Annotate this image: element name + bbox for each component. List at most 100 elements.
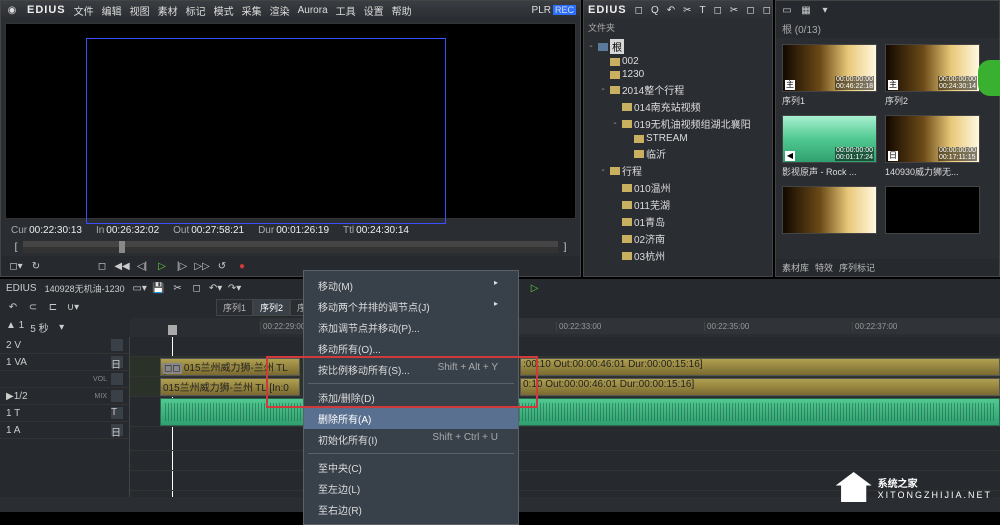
seq-tab-2[interactable]: 序列2 [253,299,290,316]
bin-body[interactable]: 主00:00:00:0000:46:22:18序列1主00:00:00:0000… [776,38,999,259]
tree-item[interactable]: 02济南 [586,230,770,247]
undo-icon[interactable]: ↶ [6,301,20,315]
snap-icon[interactable]: ⊏ [46,301,60,315]
bin-thumb[interactable] [885,186,980,236]
tl-cut-icon[interactable]: ✂ [171,281,185,295]
menu-help[interactable]: 帮助 [392,3,412,18]
menu-mark[interactable]: 标记 [186,3,206,18]
tl-redo-icon[interactable]: ↷▾ [228,281,242,295]
tree-scissors-icon[interactable]: ✂ [730,3,738,17]
ctx-item[interactable]: 移动所有(O)... [304,338,518,359]
record-button[interactable]: ● [235,259,249,273]
tree-paste2-icon[interactable]: ◻ [763,3,771,17]
zoom-scale[interactable]: ▲ 1 [6,320,24,335]
tl-save-icon[interactable]: 💾 [152,281,166,295]
rewind-button[interactable]: ◀◀ [115,259,129,273]
menu-render[interactable]: 渲染 [270,3,290,18]
bin-grid-icon[interactable]: ▦ [799,3,813,17]
menu-file[interactable]: 文件 [74,3,94,18]
bin-tab-fx[interactable]: 特效 [815,261,833,274]
loop-button[interactable]: ↺ [215,259,229,273]
ctx-item[interactable]: 按比例移动所有(S)...Shift + Alt + Y [304,359,518,380]
bin-folder-icon[interactable]: ▭ [780,3,794,17]
ctx-item[interactable]: 至右边(R) [304,499,518,520]
next-frame-button[interactable]: |▷ [175,259,189,273]
menu-tools[interactable]: 工具 [336,3,356,18]
tree-item[interactable]: STREAM [586,132,770,145]
video-clip-1a[interactable]: ◻◻ 015兰州威力狮-兰州 TL [In:0 [160,358,300,376]
tree-item[interactable]: 002 [586,55,770,68]
ffwd-button[interactable]: ▷▷ [195,259,209,273]
tree-item[interactable]: -2014整个行程 [586,81,770,98]
bin-thumb[interactable]: 主00:00:00:0000:24:30:14序列2 [885,44,980,107]
tree-item[interactable]: -根 [586,38,770,55]
tl-undo-icon[interactable]: ↶▾ [209,281,223,295]
mark-in-icon[interactable]: [ [9,240,23,254]
tree-item[interactable]: 临沂 [586,145,770,162]
bin-tab-library[interactable]: 素材库 [782,261,809,274]
ctx-item[interactable]: 至左边(L) [304,478,518,499]
tree-item[interactable]: 01青岛 [586,213,770,230]
track-header[interactable]: 1 VA日 [0,354,129,371]
prev-frame-button[interactable]: ◁| [135,259,149,273]
tree-item[interactable]: -019无机油视频组湖北襄阳 [586,115,770,132]
bin-view-icon[interactable]: ▾ [818,3,832,17]
video-clip-2a[interactable]: 015兰州威力狮-兰州 TL [In:0 [160,378,300,396]
track-header[interactable]: 2 V [0,337,129,354]
tree-paste-icon[interactable]: ◻ [714,3,722,17]
menu-aurora[interactable]: Aurora [298,5,328,16]
tree-item[interactable]: 014南充站视频 [586,98,770,115]
bin-thumb[interactable] [782,186,877,236]
tool-dropdown-icon[interactable]: ◻▾ [9,259,23,273]
track-header[interactable]: 1 TT [0,405,129,422]
ctx-item[interactable]: 添加/删除(D) [304,387,518,408]
bin-thumb[interactable]: 日00:00:00:0000:17:11:15140930威力狮无... [885,115,980,178]
menu-mode[interactable]: 模式 [214,3,234,18]
tree-item[interactable]: 011芜湖 [586,196,770,213]
mark-out-icon[interactable]: ] [558,240,572,254]
tree-search-icon[interactable]: Q [651,3,659,17]
tree-open-icon[interactable]: ◻ [635,3,643,17]
tree-item[interactable]: 04苏州 [586,264,770,266]
tl-copy-icon[interactable]: ◻ [190,281,204,295]
ctx-item[interactable]: 删除所有(A) [304,408,518,429]
tree-undo-icon[interactable]: ↶ [667,3,675,17]
ctx-item[interactable]: 移动(M) [304,275,518,296]
menu-capture[interactable]: 采集 [242,3,262,18]
play-button[interactable]: ▷ [155,259,169,273]
tree-item[interactable]: 010温州 [586,179,770,196]
link-icon[interactable]: ⊂ [26,301,40,315]
menu-view[interactable]: 视图 [130,3,150,18]
context-menu[interactable]: 移动(M)移动两个并排的调节点(J)添加调节点并移动(P)...移动所有(O).… [303,270,519,525]
tree-item[interactable]: 1230 [586,68,770,81]
stop-button[interactable]: ◻ [95,259,109,273]
rotate-icon[interactable]: ↻ [29,259,43,273]
tree-copy-icon[interactable]: T [700,3,706,17]
audio-clip[interactable] [160,398,1000,426]
seq-tab-1[interactable]: 序列1 [216,299,253,316]
tree-item[interactable]: 03杭州 [586,247,770,264]
tl-play-icon[interactable]: ▷ [528,281,542,295]
ctx-item[interactable]: 初始化所有(I)Shift + Ctrl + U [304,429,518,450]
tree-copy2-icon[interactable]: ◻ [746,3,754,17]
bin-tab-markers[interactable]: 序列标记 [839,261,875,274]
tree-item[interactable]: -行程 [586,162,770,179]
tree-body[interactable]: -根 002 1230-2014整个行程 014南充站视频-019无机油视频组湖… [584,36,772,266]
zoom-label[interactable]: 5 秒 [30,320,48,335]
menu-settings[interactable]: 设置 [364,3,384,18]
track-header[interactable]: VOL [0,371,129,388]
bin-thumb[interactable]: 主00:00:00:0000:46:22:18序列1 [782,44,877,107]
magnet-icon[interactable]: ∪▾ [66,301,80,315]
track-header[interactable]: ▶1/2MIX [0,388,129,405]
bin-thumb[interactable]: ◀00:00:00:0000:01:17:24影视原声 - Rock ... [782,115,877,178]
tl-new-icon[interactable]: ▭▾ [133,281,147,295]
preview-scrubber[interactable]: [ ] [1,238,580,256]
ctx-item[interactable]: 添加调节点并移动(P)... [304,317,518,338]
track-header[interactable]: 1 A日 [0,422,129,439]
menu-edit[interactable]: 编辑 [102,3,122,18]
ctx-item[interactable]: 移动两个并排的调节点(J) [304,296,518,317]
video-clip-2b[interactable]: 0:10 Out:00:00:46:01 Dur:00:00:15:16] [520,378,1000,396]
tree-cut-icon[interactable]: ✂ [683,3,691,17]
video-clip-1b[interactable]: :00:10 Out:00:00:46:01 Dur:00:00:15:16] [520,358,1000,376]
zoom-dropdown-icon[interactable]: ▾ [55,320,69,334]
